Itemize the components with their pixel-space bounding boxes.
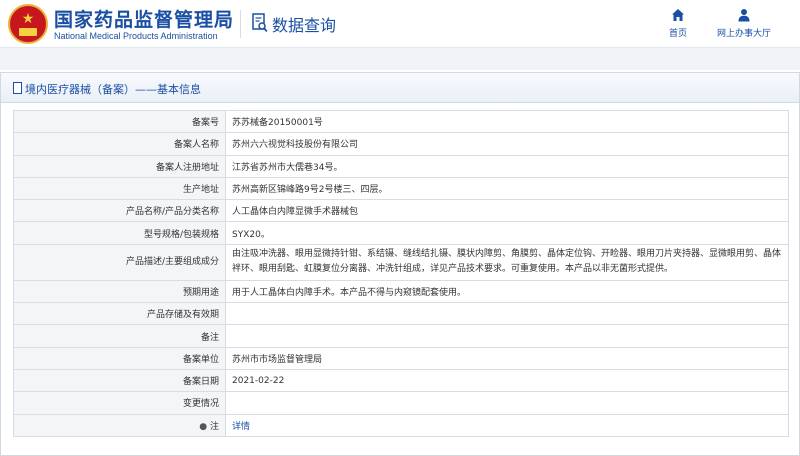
- row-value: 苏州六六视觉科技股份有限公司: [225, 132, 789, 156]
- row-value: [225, 391, 789, 415]
- table-row: 备案号 苏苏械备20150001号: [13, 109, 789, 134]
- table-row: 生产地址 苏州高新区锦峰路9号2号楼三、四层。: [13, 176, 789, 201]
- panel-title: 境内医疗器械（备案）——基本信息: [25, 83, 201, 96]
- row-label: 变更情况: [13, 391, 226, 415]
- table-row: 产品存储及有效期: [13, 302, 789, 326]
- row-label: 注: [209, 421, 219, 432]
- document-icon: [13, 82, 22, 94]
- panel-header: 境内医疗器械（备案）——基本信息: [1, 73, 799, 103]
- table-row: ● 注 详情: [13, 413, 789, 437]
- table-row: 产品描述/主要组成成分 由注吸冲洗器、眼用显微持针钳、系结镊、缝线结扎镊、膜状内…: [13, 243, 789, 281]
- header-divider: [240, 10, 241, 38]
- row-value: 由注吸冲洗器、眼用显微持针钳、系结镊、缝线结扎镊、膜状内障剪、角膜剪、晶体定位钩…: [225, 243, 789, 281]
- site-header: ★ 国家药品监督管理局 National Medical Products Ad…: [0, 0, 800, 48]
- pin-icon: ●: [199, 421, 208, 432]
- table-row: 备案日期 2021-02-22: [13, 368, 789, 393]
- row-value: 2021-02-22: [225, 368, 789, 393]
- table-row: 备案人注册地址 江苏省苏州市大儒巷34号。: [13, 154, 789, 178]
- row-label: 备案单位: [13, 346, 226, 370]
- row-label: 型号规格/包装规格: [13, 221, 226, 245]
- row-label: 产品描述/主要组成成分: [13, 243, 226, 281]
- basic-info-panel: 境内医疗器械（备案）——基本信息 备案号 苏苏械备20150001号 备案人名称…: [0, 72, 800, 456]
- user-icon: [738, 9, 750, 22]
- brand-name-en: National Medical Products Administration: [54, 31, 218, 41]
- table-row: 备案单位 苏州市市场监督管理局: [13, 346, 789, 370]
- table-row: 变更情况: [13, 391, 789, 415]
- row-value: 苏州市市场监督管理局: [225, 346, 789, 370]
- row-value: [225, 302, 789, 326]
- row-label: 备案日期: [13, 368, 226, 393]
- table-row: 预期用途 用于人工晶体白内障手术。本产品不得与内窥镜配套使用。: [13, 279, 789, 304]
- row-label: 备案号: [13, 109, 226, 134]
- table-row: 产品名称/产品分类名称 人工晶体白内障显微手术器械包: [13, 199, 789, 223]
- row-value: [225, 324, 789, 348]
- national-emblem-logo: ★: [8, 4, 48, 44]
- row-value: 苏州高新区锦峰路9号2号楼三、四层。: [225, 176, 789, 201]
- page-title: 数据查询: [272, 16, 337, 35]
- home-icon: [672, 9, 684, 21]
- row-label: 备案人注册地址: [13, 154, 226, 178]
- row-label: 预期用途: [13, 279, 226, 304]
- row-value: 苏苏械备20150001号: [225, 109, 789, 134]
- table-row: 备案人名称 苏州六六视觉科技股份有限公司: [13, 132, 789, 156]
- note-label-cell: ● 注: [13, 413, 226, 437]
- row-value: 人工晶体白内障显微手术器械包: [225, 199, 789, 223]
- table-row: 型号规格/包装规格 SYX20。: [13, 221, 789, 245]
- brand-name-cn[interactable]: 国家药品监督管理局: [54, 5, 234, 32]
- row-label: 备注: [13, 324, 226, 348]
- search-document-icon: [252, 13, 268, 33]
- row-value: 用于人工晶体白内障手术。本产品不得与内窥镜配套使用。: [225, 279, 789, 304]
- nav-home-label: 首页: [668, 29, 687, 39]
- row-label: 产品名称/产品分类名称: [13, 199, 226, 223]
- row-label: 产品存储及有效期: [13, 302, 226, 326]
- details-link[interactable]: 详情: [232, 422, 250, 432]
- nav-online-service-hall[interactable]: 网上办事大厅: [704, 6, 784, 39]
- row-value-cell: 详情: [225, 413, 789, 437]
- nav-hall-label: 网上办事大厅: [716, 29, 771, 39]
- row-label: 生产地址: [13, 176, 226, 201]
- table-row: 备注: [13, 324, 789, 348]
- row-value: SYX20。: [225, 221, 789, 245]
- row-value: 江苏省苏州市大儒巷34号。: [225, 154, 789, 178]
- row-label: 备案人名称: [13, 132, 226, 156]
- record-table: 备案号 苏苏械备20150001号 备案人名称 苏州六六视觉科技股份有限公司 备…: [13, 109, 789, 437]
- header-gap-strip: [0, 48, 800, 70]
